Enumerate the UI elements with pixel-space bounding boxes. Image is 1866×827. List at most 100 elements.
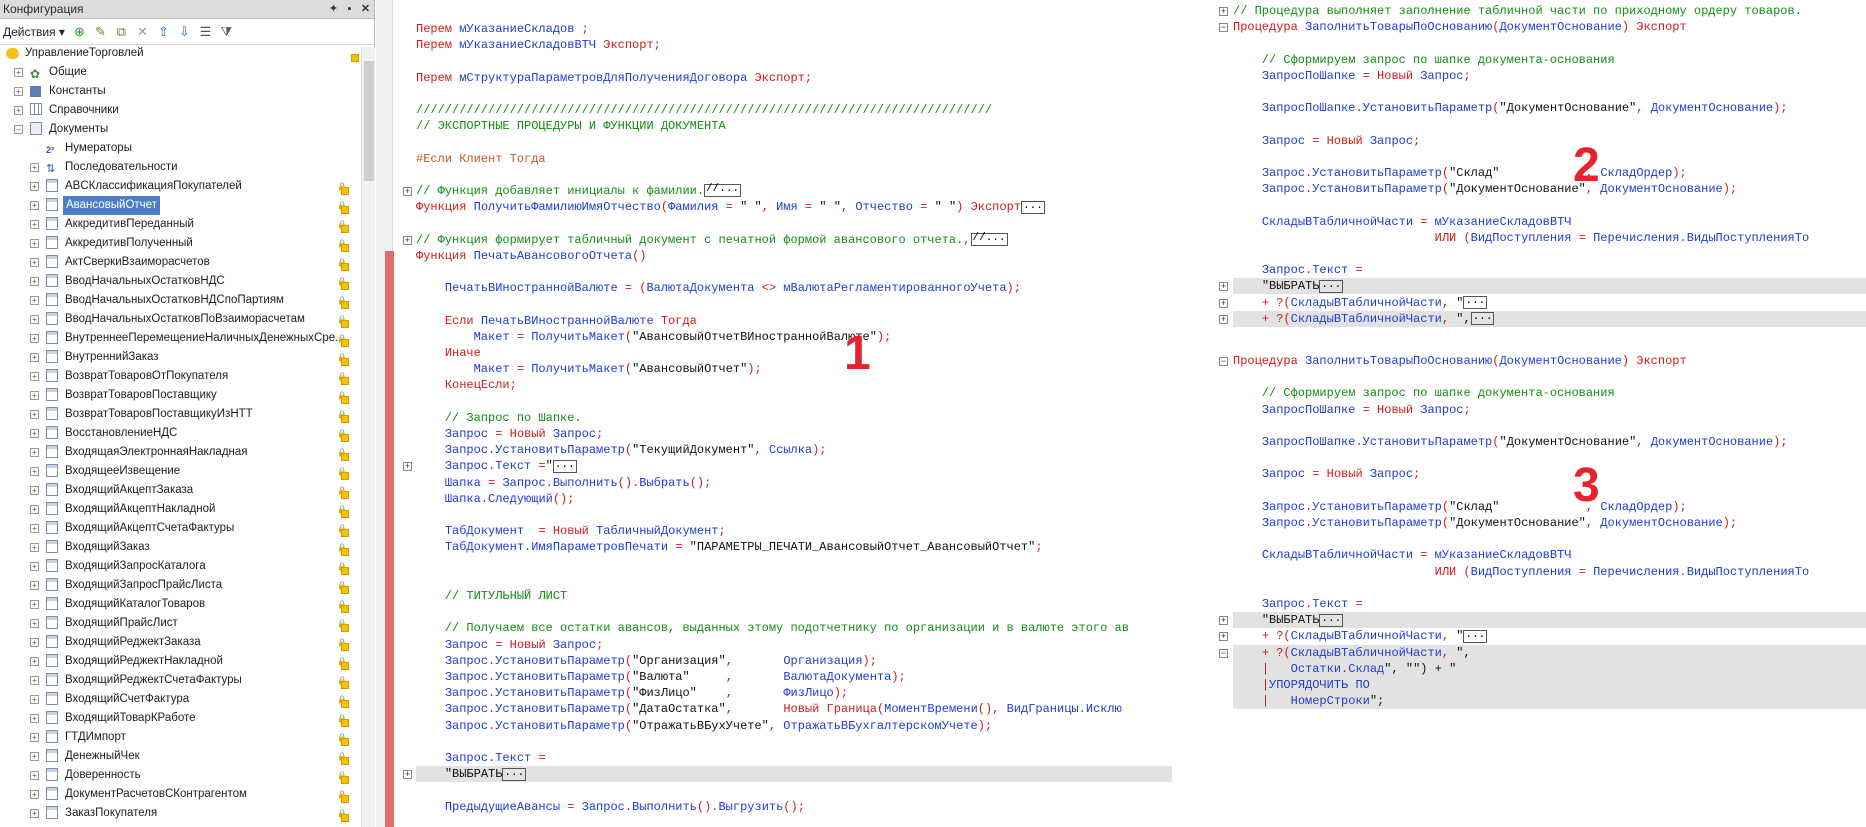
tree-node[interactable]: + ВводНачальныхОстатковНДС 🔒	[0, 272, 360, 291]
fold-collapse-icon[interactable]: −	[1219, 23, 1228, 33]
expand-icon[interactable]: +	[30, 315, 39, 324]
code-line[interactable]: Запрос.УстановитьПараметр("ДокументОснов…	[1233, 181, 1737, 197]
tree-node[interactable]: + ВходящийРеджектЗаказа 🔒	[0, 633, 360, 652]
fold-expand-icon[interactable]: +	[403, 770, 412, 780]
code-line[interactable]: Запрос.УстановитьПараметр("Организация",…	[416, 653, 877, 669]
tree-node[interactable]: + ВходящийРеджектНакладной 🔒	[0, 652, 360, 671]
code-line[interactable]: Процедура ЗаполнитьТоварыПоОснованию(Док…	[1233, 19, 1687, 35]
code-line[interactable]: Функция ПолучитьФамилиюИмяОтчество(Фамил…	[416, 199, 1045, 215]
expand-icon[interactable]: +	[30, 581, 39, 590]
expand-icon[interactable]: +	[30, 448, 39, 457]
expand-icon[interactable]: +	[30, 638, 39, 647]
expand-icon[interactable]: +	[30, 600, 39, 609]
tree-node[interactable]: + ЗаказПокупателя 🔒	[0, 804, 360, 823]
fold-expand-icon[interactable]: +	[1219, 632, 1228, 642]
code-line[interactable]: Перем мУказаниеСкладов ;	[416, 21, 589, 37]
expand-icon[interactable]: +	[30, 543, 39, 552]
expand-icon[interactable]: +	[30, 429, 39, 438]
collapsed-block[interactable]: //...	[704, 184, 742, 198]
expand-icon[interactable]: +	[30, 239, 39, 248]
expand-icon[interactable]: +	[30, 486, 39, 495]
code-line[interactable]: Шапка.Следующий();	[416, 491, 575, 507]
collapsed-block[interactable]: ...	[1319, 279, 1344, 293]
fold-collapse-icon[interactable]: −	[1219, 648, 1228, 658]
tree-node[interactable]: + ВводНачальныхОстатковПоВзаиморасчетам 🔒	[0, 310, 360, 329]
expand-icon[interactable]: +	[30, 353, 39, 362]
fold-collapse-icon[interactable]: −	[1219, 357, 1228, 366]
pin-icon[interactable]: ✦	[326, 1, 341, 17]
code-line[interactable]: Макет = ПолучитьМакет("АвансовыйОтчет");	[416, 361, 762, 377]
add-icon[interactable]: ⊕	[71, 23, 88, 40]
collapsed-block[interactable]: ...	[1021, 200, 1045, 214]
expand-icon[interactable]: +	[30, 334, 39, 343]
tree-node[interactable]: − Документы	[0, 120, 360, 139]
code-line[interactable]: Макет = ПолучитьМакет("АвансовыйОтчетВИн…	[416, 329, 892, 345]
code-line[interactable]: Запрос.УстановитьПараметр("Склад" , Скла…	[1233, 165, 1687, 181]
collapse-icon[interactable]: −	[14, 125, 23, 134]
code-line[interactable]: // ТИТУЛЬНЫЙ ЛИСТ	[416, 588, 567, 604]
expand-icon[interactable]: +	[30, 771, 39, 780]
code-line[interactable]: СкладыВТабличнойЧасти = мУказаниеСкладов…	[1233, 547, 1572, 563]
code-line[interactable]: Запрос = Новый Запрос;	[416, 426, 603, 442]
move-down-icon[interactable]: ⇩	[176, 23, 193, 40]
tree-node[interactable]: 2³ Нумераторы	[0, 139, 360, 158]
tree-node[interactable]: + ВходящийАкцептНакладной 🔒	[0, 500, 360, 519]
code-line[interactable]: // Получаем все остатки авансов, выданны…	[416, 620, 1129, 636]
code-line[interactable]: Запрос = Новый Запрос;	[416, 637, 603, 653]
fold-expand-icon[interactable]: +	[1219, 7, 1228, 16]
code-line[interactable]: Запрос.Текст ="...	[416, 458, 577, 474]
code-line[interactable]: Шапка = Запрос.Выполнить().Выбрать();	[416, 475, 712, 491]
tree-node[interactable]: + ⇅ Последовательности	[0, 158, 360, 177]
collapsed-block[interactable]: ...	[1463, 629, 1488, 643]
code-line[interactable]: // Функция формирует табличный документ …	[416, 232, 1008, 248]
minimize-icon[interactable]: ▪	[342, 1, 357, 17]
tree-node[interactable]: + ВходящийАкцептЗаказа 🔒	[0, 481, 360, 500]
fold-expand-icon[interactable]: +	[403, 235, 412, 245]
code-line[interactable]: Запрос.УстановитьПараметр("ТекущийДокуме…	[416, 442, 827, 458]
code-line[interactable]: | Остатки.Склад", "") + "	[1233, 660, 1866, 677]
code-line[interactable]: // Сформируем запрос по шапке документа-…	[1233, 385, 1615, 401]
actions-menu[interactable]: Действия ▾	[3, 25, 65, 39]
code-line[interactable]: #Если Клиент Тогда	[416, 151, 546, 167]
code-line[interactable]: ЗапросПоШапке = Новый Запрос;	[1233, 402, 1471, 418]
code-line[interactable]: Запрос.Текст =	[1233, 596, 1363, 612]
tree-scrollbar[interactable]	[361, 47, 375, 827]
tree-node[interactable]: + ВходящийРеджектСчетаФактуры 🔒	[0, 671, 360, 690]
tree-node[interactable]: + ВходящаяЭлектроннаяНакладная 🔒	[0, 443, 360, 462]
code-line[interactable]: + ?(СкладыВТабличнойЧасти, "...	[1233, 295, 1488, 311]
tree-node[interactable]: + ВходящийАкцептСчетаФактуры 🔒	[0, 519, 360, 538]
tree-node[interactable]: + АккредитивПолученный 🔒	[0, 234, 360, 253]
tree-node[interactable]: + ВходящийТоварКРаботе 🔒	[0, 709, 360, 728]
tree-node[interactable]: + АвансовыйОтчет 🔒	[0, 196, 360, 215]
code-line[interactable]: // Процедура выполняет заполнение таблич…	[1233, 3, 1802, 19]
collapsed-block[interactable]: ...	[1470, 312, 1495, 326]
expand-icon[interactable]: +	[30, 809, 39, 818]
expand-icon[interactable]: +	[30, 524, 39, 533]
code-line[interactable]: КонецЕсли;	[416, 377, 517, 393]
tree-node[interactable]: + ВозвратТоваровОтПокупателя 🔒	[0, 367, 360, 386]
expand-icon[interactable]: +	[30, 220, 39, 229]
expand-icon[interactable]: +	[30, 505, 39, 514]
tree-node[interactable]: + Доверенность 🔒	[0, 766, 360, 785]
code-line[interactable]: Запрос = Новый Запрос;	[1233, 466, 1420, 482]
collapsed-block[interactable]: ...	[1463, 295, 1488, 309]
collapsed-block[interactable]: ...	[552, 459, 577, 473]
tree-node[interactable]: + ВходящийЗапросПрайсЛиста 🔒	[0, 576, 360, 595]
expand-icon[interactable]: +	[30, 790, 39, 799]
sort-icon[interactable]: ☰	[197, 23, 214, 40]
tree-node[interactable]: + ГТДИмпорт 🔒	[0, 728, 360, 747]
delete-icon[interactable]: ✕	[134, 23, 151, 40]
code-line[interactable]: |УПОРЯДОЧИТЬ ПО	[1233, 677, 1866, 693]
tree-node[interactable]: + ВводНачальныхОстатковНДСпоПартиям 🔒	[0, 291, 360, 310]
filter-icon[interactable]: ⧩	[218, 23, 235, 40]
fold-expand-icon[interactable]: +	[1219, 616, 1228, 626]
code-line[interactable]: Запрос.УстановитьПараметр("Валюта" , Вал…	[416, 669, 906, 685]
expand-icon[interactable]: +	[30, 201, 39, 210]
collapsed-block[interactable]: ...	[1319, 613, 1344, 627]
expand-icon[interactable]: +	[14, 68, 23, 77]
expand-icon[interactable]: +	[30, 714, 39, 723]
code-line[interactable]: ЗапросПоШапке.УстановитьПараметр("Докуме…	[1233, 434, 1788, 450]
code-line[interactable]: Запрос.Текст =	[416, 750, 546, 766]
expand-icon[interactable]: +	[30, 296, 39, 305]
code-line[interactable]: Перем мСтруктураПараметровДляПолученияДо…	[416, 70, 812, 86]
